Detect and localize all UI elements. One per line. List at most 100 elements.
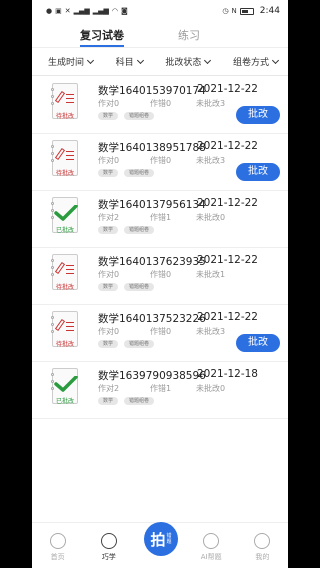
pen-icon	[54, 147, 66, 161]
chevron-down-icon	[271, 56, 280, 64]
binder-icon	[51, 259, 54, 280]
filter-bar: 生成时间 科目 批改状态 组卷方式	[32, 48, 288, 76]
chevron-down-icon	[136, 56, 144, 64]
filter-label: 生成时间	[48, 58, 85, 68]
paper-stats: 作对0 作错0 未批改3	[98, 326, 225, 337]
paper-tags: 数学 错题组卷	[98, 397, 155, 405]
signal-icon-2: ▂▄▆	[92, 6, 109, 15]
status-badge: 待批改	[55, 284, 74, 291]
paper-stats: 作对0 作错0 未批改3	[98, 98, 225, 109]
paper-title: 数学1640138951788	[98, 142, 206, 154]
stat-ungraded: 未批改3	[196, 156, 226, 165]
tag-subject: 数学	[98, 283, 119, 291]
nfc-icon: N	[231, 6, 237, 15]
tag-method: 错题组卷	[124, 397, 155, 405]
stat-ungraded: 未批改0	[196, 213, 226, 222]
snap-main-label: 拍	[150, 530, 166, 549]
tag-subject: 数学	[98, 397, 119, 405]
filter-label: 批改状态	[165, 58, 202, 68]
filter-subject[interactable]: 科目	[115, 55, 144, 68]
filter-compose-method[interactable]: 组卷方式	[232, 55, 280, 68]
paper-tags: 数学 错题组卷	[98, 112, 155, 120]
paper-card[interactable]: 待批改 数学1640138951788 2021-12-22 作对0 作错0 未批改3 数学…	[32, 134, 288, 191]
paper-card[interactable]: 待批改 数学1640153970174 2021-12-22 作对0 作错0 未批改3 数学…	[32, 77, 288, 134]
wifi-icon: ◠	[111, 6, 119, 15]
stat-correct: 作对0	[98, 156, 120, 165]
x-icon: ✕	[64, 6, 71, 15]
paper-date: 2021-12-22	[196, 83, 258, 95]
stat-ungraded: 未批改3	[196, 99, 226, 108]
paper-title: 数学1640153970174	[98, 85, 206, 97]
tag-subject: 数学	[98, 169, 119, 177]
status-badge: 待批改	[55, 341, 74, 348]
ai-icon	[203, 533, 220, 549]
status-bar: ● ▣ ✕ ▂▄▆ ▂▄▆ ◠ ◙ ◷ N 2:44	[32, 0, 288, 22]
check-icon	[54, 376, 78, 392]
lines-icon	[66, 265, 74, 277]
stat-correct: 作对0	[98, 99, 120, 108]
status-left: ● ▣ ✕ ▂▄▆ ▂▄▆ ◠ ◙	[46, 6, 128, 15]
paper-card[interactable]: 待批改 数学1640137623935 2021-12-22 作对0 作错0 未批改1 数学…	[32, 248, 288, 305]
stat-wrong: 作错0	[150, 156, 172, 165]
tag-method: 错题组卷	[124, 340, 155, 348]
paper-card[interactable]: 待批改 数学1640137523226 2021-12-22 作对0 作错0 未批改3 数学…	[32, 305, 288, 362]
paper-date: 2021-12-22	[196, 254, 258, 266]
image-icon: ▣	[55, 6, 62, 15]
check-icon	[54, 205, 78, 221]
paper-title: 数学1640137523226	[98, 313, 206, 325]
stat-correct: 作对0	[98, 327, 120, 336]
camera-icon: ◙	[121, 6, 128, 15]
stat-wrong: 作错1	[150, 213, 172, 222]
snap-mistake-button[interactable]: 拍 错 题	[144, 522, 178, 556]
paper-card[interactable]: 已批改 数学1640137956134 2021-12-22 作对2 作错1 未批改0 数学…	[32, 191, 288, 248]
paper-stats: 作对2 作错1 未批改0	[98, 212, 225, 223]
grade-button[interactable]: 批改	[236, 334, 280, 352]
paper-title: 数学1640137623935	[98, 256, 206, 268]
paper-stats: 作对2 作错1 未批改0	[98, 383, 225, 394]
tag-method: 错题组卷	[124, 169, 155, 177]
nav-label: 巧学	[101, 553, 116, 561]
filter-label: 科目	[115, 58, 134, 68]
grade-button[interactable]: 批改	[236, 163, 280, 181]
paper-title: 数学1639790938596	[98, 370, 206, 382]
paper-card[interactable]: 已批改 数学1639790938596 2021-12-18 作对2 作错1 未批改0 数学…	[32, 362, 288, 419]
nav-ai-help[interactable]: AI帮题	[186, 523, 237, 568]
nav-learn[interactable]: 巧学	[83, 523, 134, 568]
learn-icon	[100, 533, 117, 549]
paper-tags: 数学 错题组卷	[98, 283, 155, 291]
lines-icon	[66, 94, 74, 106]
filter-created-time[interactable]: 生成时间	[48, 55, 95, 68]
nav-home[interactable]: 首页	[32, 523, 83, 568]
tag-method: 错题组卷	[124, 283, 155, 291]
paper-tags: 数学 错题组卷	[98, 340, 155, 348]
alarm-icon: ◷	[222, 6, 229, 15]
paper-list: 待批改 数学1640153970174 2021-12-22 作对0 作错0 未批改3 数学…	[32, 77, 288, 419]
profile-icon	[254, 533, 271, 549]
grade-button[interactable]: 批改	[236, 106, 280, 124]
stat-ungraded: 未批改0	[196, 384, 226, 393]
tab-practice[interactable]: 练习	[178, 27, 200, 47]
nav-profile[interactable]: 我的	[237, 523, 288, 568]
stat-correct: 作对2	[98, 213, 120, 222]
binder-icon	[51, 88, 54, 109]
stat-ungraded: 未批改1	[196, 270, 226, 279]
tag-subject: 数学	[98, 226, 119, 234]
stat-wrong: 作错0	[150, 270, 172, 279]
stat-correct: 作对2	[98, 384, 120, 393]
stat-correct: 作对0	[98, 270, 120, 279]
filter-label: 组卷方式	[232, 58, 269, 68]
battery-icon	[239, 7, 254, 15]
chevron-down-icon	[86, 56, 95, 64]
notification-icon: ●	[46, 6, 53, 15]
status-right: ◷ N 2:44	[222, 6, 280, 16]
nav-label: 我的	[255, 553, 270, 561]
filter-grading-status[interactable]: 批改状态	[165, 55, 212, 68]
top-tabs: 复习试卷 练习	[32, 22, 288, 48]
stat-ungraded: 未批改3	[196, 327, 226, 336]
home-icon	[49, 533, 66, 549]
paper-date: 2021-12-22	[196, 311, 258, 323]
paper-date: 2021-12-22	[196, 197, 258, 209]
pen-icon	[54, 318, 66, 332]
tab-review-papers[interactable]: 复习试卷	[80, 27, 124, 47]
chevron-down-icon	[204, 56, 212, 64]
